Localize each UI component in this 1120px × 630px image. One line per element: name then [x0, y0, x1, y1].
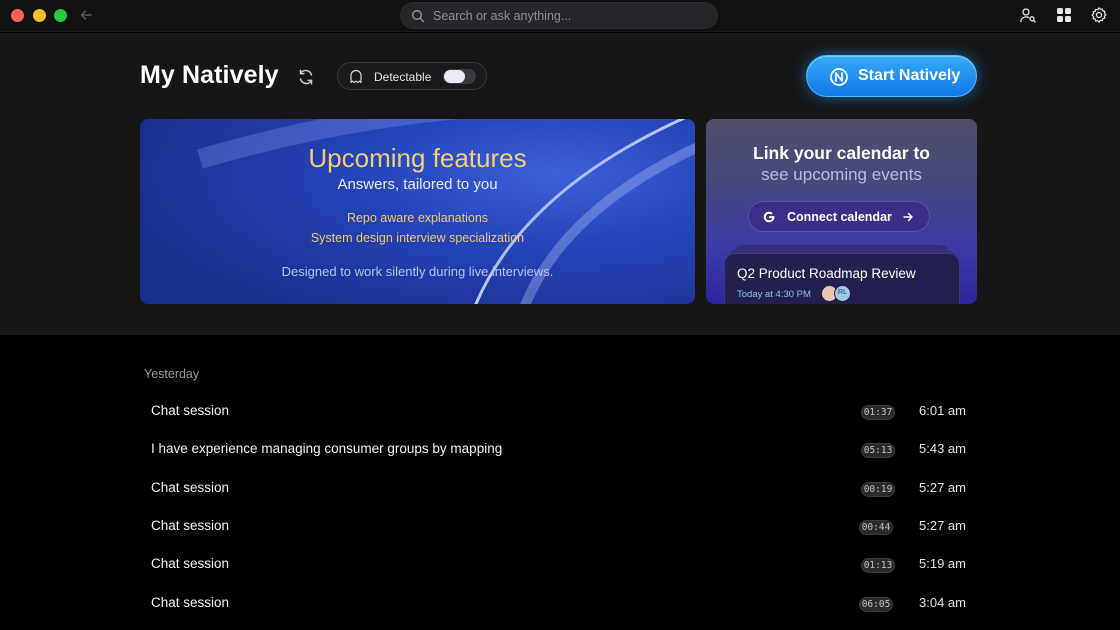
session-title: Chat session: [151, 518, 230, 533]
header-section: My Natively Detectable Start Natively Up…: [0, 33, 1120, 335]
session-group-label: Yesterday: [144, 367, 200, 381]
refresh-icon[interactable]: [296, 67, 316, 87]
start-natively-button[interactable]: Start Natively: [806, 55, 977, 97]
back-arrow-icon[interactable]: [78, 7, 94, 23]
session-row[interactable]: Chat session 06:05 3:04 am: [140, 584, 980, 622]
session-duration-badge: 01:37: [861, 405, 895, 420]
start-natively-label: Start Natively: [858, 67, 961, 84]
feature-subtitle: Answers, tailored to you: [337, 176, 498, 193]
event-time: Today at 4:30 PM: [737, 289, 811, 300]
upcoming-event-card[interactable]: Q2 Product Roadmap Review Today at 4:30 …: [724, 253, 960, 304]
session-time: 5:27 am: [919, 480, 966, 495]
session-time: 5:27 am: [919, 518, 966, 533]
user-search-icon[interactable]: [1019, 6, 1037, 24]
session-time: 5:43 am: [919, 441, 966, 456]
search-input[interactable]: [433, 7, 703, 25]
session-title: Chat session: [151, 403, 230, 418]
feature-title: Upcoming features: [308, 143, 527, 173]
session-duration-badge: 06:05: [859, 597, 893, 612]
feature-item: System design interview specialization: [310, 231, 525, 245]
app-window: My Natively Detectable Start Natively: [0, 0, 1120, 630]
google-icon: [763, 211, 775, 223]
detectable-label: Detectable: [374, 70, 432, 84]
session-title: Chat session: [151, 595, 230, 610]
session-duration-badge: 01:13: [861, 558, 895, 573]
upcoming-features-card: Upcoming features Answers, tailored to y…: [140, 119, 695, 304]
session-duration-badge: 00:19: [861, 482, 895, 497]
connect-calendar-button[interactable]: Connect calendar: [748, 201, 930, 232]
minimize-window-button[interactable]: [33, 9, 46, 22]
avatar: RL: [834, 285, 851, 302]
arrow-right-icon: [903, 212, 913, 222]
close-window-button[interactable]: [11, 9, 24, 22]
search-icon: [412, 10, 425, 23]
session-title: I have experience managing consumer grou…: [151, 441, 503, 456]
calendar-subtitle: see upcoming events: [761, 165, 922, 184]
zoom-window-button[interactable]: [54, 9, 67, 22]
title-bar: [0, 0, 1120, 32]
session-title: Chat session: [151, 556, 230, 571]
search-bar[interactable]: [400, 2, 718, 29]
natively-logo-icon: [830, 68, 848, 86]
session-row[interactable]: Chat session 01:37 6:01 am: [140, 392, 980, 430]
session-row[interactable]: I have experience managing consumer grou…: [140, 430, 980, 468]
detectable-toggle-pill[interactable]: Detectable: [337, 62, 487, 90]
detectable-switch[interactable]: [443, 69, 476, 84]
gear-icon[interactable]: [1090, 6, 1108, 24]
page-title: My Natively: [140, 61, 279, 89]
event-title: Q2 Product Roadmap Review: [737, 266, 916, 281]
session-time: 5:19 am: [919, 556, 966, 571]
grid-icon[interactable]: [1055, 6, 1073, 24]
session-row[interactable]: Chat session 01:13 5:19 am: [140, 545, 980, 583]
session-time: 3:04 am: [919, 595, 966, 610]
session-row[interactable]: Chat session 00:44 5:27 am: [140, 507, 980, 545]
feature-item: Repo aware explanations: [346, 211, 489, 225]
session-time: 6:01 am: [919, 403, 966, 418]
session-title: Chat session: [151, 480, 230, 495]
ghost-icon: [350, 69, 362, 84]
calendar-title: Link your calendar to: [753, 143, 930, 163]
session-row[interactable]: Chat session 00:19 5:27 am: [140, 469, 980, 507]
calendar-card: Link your calendar to see upcoming event…: [706, 119, 977, 304]
session-duration-badge: 00:44: [859, 520, 893, 535]
switch-knob: [444, 70, 465, 83]
session-duration-badge: 05:13: [861, 443, 895, 458]
connect-calendar-label: Connect calendar: [787, 210, 892, 224]
feature-footer: Designed to work silently during live in…: [281, 264, 554, 279]
